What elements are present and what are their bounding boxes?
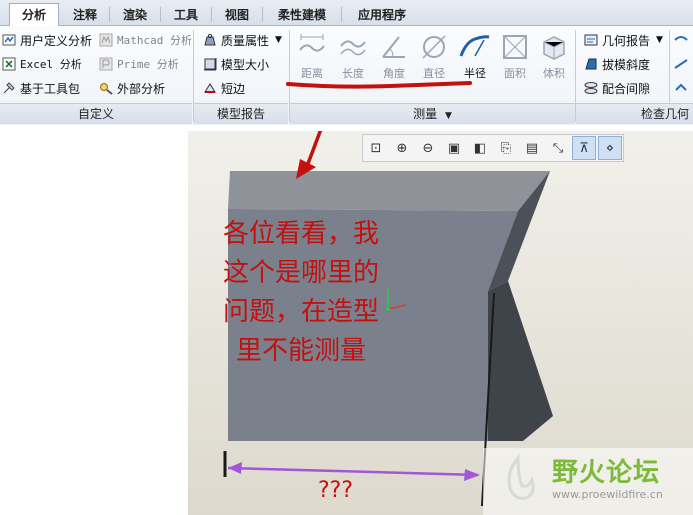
dropdown-arrow-icon[interactable]: ▼ xyxy=(275,35,282,45)
left-pane xyxy=(0,131,188,515)
model-size-button[interactable]: 模型大小 xyxy=(202,55,269,73)
zoom-out-icon[interactable]: ⊖ xyxy=(416,136,440,160)
datum-display-icon[interactable]: ⊼ xyxy=(572,136,596,160)
geometry-report-icon xyxy=(584,34,598,46)
mating-clearance-button[interactable]: 配合间隙 xyxy=(583,79,650,97)
radius-icon xyxy=(459,35,490,57)
draft-check-button[interactable]: 拔模斜度 xyxy=(583,55,650,73)
clearance-icon xyxy=(584,82,598,94)
saved-views-icon[interactable]: ⎘ xyxy=(494,136,518,160)
check-extra-3-icon[interactable] xyxy=(673,79,692,97)
prime-icon xyxy=(99,57,113,71)
tab-separator xyxy=(262,7,263,22)
dimension-arrowhead-left xyxy=(228,462,242,474)
check-extra-1-icon[interactable] xyxy=(673,31,692,49)
model-size-icon xyxy=(204,58,217,71)
external-analysis-button[interactable]: 外部分析 xyxy=(98,79,165,97)
mass-properties-icon xyxy=(204,33,216,46)
volume-icon xyxy=(543,36,565,60)
question-line: 各位看看，我 xyxy=(222,219,379,249)
tab-render[interactable]: 渲染 xyxy=(112,4,158,26)
watermark-url: www.proewildfire.cn xyxy=(552,488,663,501)
mass-properties-button[interactable]: 质量属性 ▼ xyxy=(202,31,282,49)
model-top-face xyxy=(228,171,550,211)
excel-analysis-button[interactable]: Excel 分析 xyxy=(1,55,82,73)
tab-separator xyxy=(109,7,110,22)
annotation-arrow xyxy=(304,131,323,170)
check-geometry-group-label[interactable]: 检查几何 xyxy=(576,103,693,124)
question-annotation: 各位看看，我 这个是哪里的 问题，在造型 里不能测量 xyxy=(196,215,406,371)
length-icon xyxy=(340,40,366,56)
zoom-in-icon[interactable]: ⊕ xyxy=(390,136,414,160)
dimension-line xyxy=(227,466,479,477)
question-line: 里不能测量 xyxy=(235,336,366,366)
watermark-title: 野火论坛 xyxy=(552,458,661,488)
measure-area-button[interactable]: 面积 xyxy=(495,32,535,90)
question-line: 这个是哪里的 xyxy=(222,258,379,288)
area-icon xyxy=(503,35,527,59)
question-line: 问题，在造型 xyxy=(222,297,379,327)
tab-view[interactable]: 视图 xyxy=(214,4,260,26)
diameter-icon xyxy=(422,35,446,59)
refit-icon[interactable]: ⊡ xyxy=(364,136,388,160)
tab-analysis[interactable]: 分析 xyxy=(9,3,59,27)
draft-icon xyxy=(585,58,597,70)
excel-icon xyxy=(2,57,16,71)
display-style-icon[interactable]: ◧ xyxy=(468,136,492,160)
tab-annotate[interactable]: 注释 xyxy=(62,4,108,26)
view-manager-icon[interactable]: ▤ xyxy=(520,136,544,160)
annotation-display-icon[interactable]: ⋄ xyxy=(598,136,622,160)
tab-separator xyxy=(211,7,212,22)
toolkit-icon xyxy=(3,82,15,94)
custom-group-label: 自定义 xyxy=(0,103,192,124)
tab-flexible-modeling[interactable]: 柔性建模 xyxy=(266,4,338,26)
tab-applications[interactable]: 应用程序 xyxy=(345,4,419,26)
graphics-toolbar: ⊡ ⊕ ⊖ ▣ ◧ ⎘ ▤ ⤡ ⊼ ⋄ xyxy=(362,134,624,162)
model-side-face xyxy=(488,281,553,441)
tab-separator xyxy=(160,7,161,22)
user-analysis-icon xyxy=(2,34,16,46)
toolkit-based-button[interactable]: 基于工具包 xyxy=(1,79,80,97)
angle-icon xyxy=(382,36,405,58)
short-edge-icon xyxy=(204,83,216,93)
ribbon-tab-bar: 分析 注释 渲染 工具 视图 柔性建模 应用程序 xyxy=(0,0,693,27)
user-defined-analysis-button[interactable]: 用户定义分析 xyxy=(1,31,92,49)
short-edge-button[interactable]: 短边 xyxy=(202,79,245,97)
tab-tools[interactable]: 工具 xyxy=(163,4,209,26)
dimension-question-text: ??? xyxy=(318,478,354,503)
measure-underline-mark xyxy=(286,81,472,89)
mathcad-icon xyxy=(99,33,113,47)
geometry-report-button[interactable]: 几何报告 ▼ xyxy=(583,31,663,49)
distance-icon xyxy=(299,34,325,52)
dropdown-arrow-icon[interactable]: ▼ xyxy=(656,35,663,45)
mathcad-analysis-button[interactable]: Mathcad 分析 xyxy=(98,31,192,49)
model-report-group-label: 模型报告 xyxy=(194,103,288,124)
perspective-icon[interactable]: ⤡ xyxy=(546,136,570,160)
dropdown-arrow-icon: ▼ xyxy=(444,111,452,121)
measure-volume-button[interactable]: 体积 xyxy=(534,32,574,90)
app-window: 分析 注释 渲染 工具 视图 柔性建模 应用程序 用户定义分析 Mathcad … xyxy=(0,0,693,515)
repaint-icon[interactable]: ▣ xyxy=(442,136,466,160)
flame-logo-icon xyxy=(507,453,535,500)
dimension-arrowhead-right xyxy=(464,469,480,481)
measure-group-label[interactable]: 测量 ▼ xyxy=(290,103,575,124)
prime-analysis-button[interactable]: Prime 分析 xyxy=(98,55,179,73)
external-analysis-icon xyxy=(100,83,113,95)
check-extra-2-icon[interactable] xyxy=(673,55,692,73)
tab-separator xyxy=(341,7,342,22)
